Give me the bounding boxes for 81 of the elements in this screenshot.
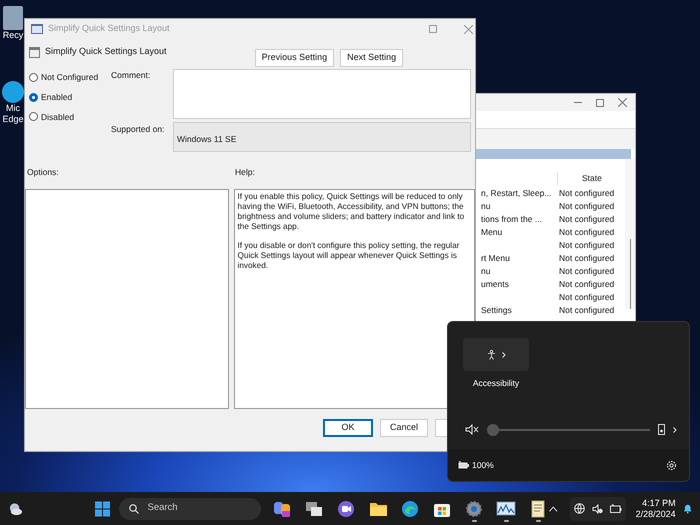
video-chat-icon bbox=[337, 500, 356, 518]
help-text: If you enable this policy, Quick Settings will be reduced to only having the WiFi, Bluetooth, Accessibility, and VPN buttons; the brightness and volume sliders; and battery indicator and link to the Settings app. bbox=[238, 192, 466, 232]
start-icon[interactable] bbox=[95, 500, 110, 516]
desktop-shortcut-icon[interactable] bbox=[2, 81, 24, 103]
settings-icon[interactable] bbox=[666, 460, 677, 470]
dialog-button[interactable]: Cancel bbox=[380, 418, 428, 437]
window-title: Simplify Quick Settings Layout bbox=[48, 22, 170, 36]
policy-setting-icon bbox=[29, 47, 40, 58]
tile-label: Accessibility bbox=[472, 377, 520, 390]
comment-field[interactable] bbox=[173, 69, 471, 119]
battery-percentage: 100% bbox=[472, 458, 494, 472]
running-indicator bbox=[472, 520, 477, 522]
muted-speaker-icon[interactable] bbox=[465, 424, 479, 436]
table-cell: Not configured bbox=[559, 265, 614, 278]
field-label: Comment: bbox=[111, 69, 152, 82]
table-cell: Not configured bbox=[559, 213, 614, 226]
accessibility-tile[interactable] bbox=[463, 338, 529, 371]
desktop-icon-label: Mic bbox=[6, 103, 20, 114]
browser-icon bbox=[401, 500, 420, 518]
table-cell: n, Restart, Sleep... bbox=[481, 188, 552, 198]
speaker-device-icon[interactable] bbox=[658, 424, 665, 436]
table-cell: Not configured bbox=[559, 252, 614, 265]
task-view-icon bbox=[305, 500, 324, 516]
table-cell: Menu bbox=[481, 227, 502, 238]
notification-bell-icon[interactable] bbox=[682, 503, 692, 514]
running-indicator bbox=[504, 520, 509, 522]
radio-button[interactable] bbox=[29, 112, 38, 122]
table-cell: tions from the ... bbox=[481, 214, 542, 224]
desktop-icon-label: Edge bbox=[2, 114, 24, 125]
network-globe-icon[interactable] bbox=[574, 503, 585, 514]
volume-slider[interactable] bbox=[487, 424, 650, 436]
table-cell: nu bbox=[481, 201, 490, 212]
setting-title: Simplify Quick Settings Layout bbox=[45, 45, 167, 58]
options-label: Options: bbox=[27, 166, 60, 179]
chevron-right-icon[interactable] bbox=[673, 426, 677, 433]
weather-icon[interactable] bbox=[8, 502, 24, 516]
chevron-up-icon[interactable] bbox=[549, 506, 558, 512]
table-cell: Not configured bbox=[559, 187, 614, 200]
radio-button[interactable] bbox=[29, 92, 38, 102]
help-text: If you disable or don't configure this policy setting, the regular Quick Settings layout will appear whenever Quick Settings is invoked. bbox=[238, 240, 460, 271]
radio-label: Disabled bbox=[41, 110, 74, 124]
table-cell: Settings bbox=[481, 305, 512, 316]
table-cell: rt Menu bbox=[481, 253, 510, 264]
chevron-right-icon bbox=[502, 352, 506, 358]
muted-speaker-icon[interactable] bbox=[592, 504, 603, 514]
radio-button[interactable] bbox=[29, 72, 38, 82]
nav-button[interactable]: Previous Setting bbox=[254, 49, 334, 67]
folder-icon bbox=[368, 500, 388, 516]
battery-icon bbox=[458, 461, 469, 469]
table-cell: Not configured bbox=[559, 200, 614, 213]
table-cell: uments bbox=[481, 279, 509, 290]
notepad-icon bbox=[530, 500, 546, 518]
table-cell: Not configured bbox=[559, 278, 614, 291]
radio-label: Enabled bbox=[41, 90, 72, 104]
slider-thumb[interactable] bbox=[487, 424, 499, 436]
clock-date[interactable]: 2/28/2024 bbox=[636, 508, 676, 520]
dialog-button[interactable]: OK bbox=[323, 418, 373, 437]
performance-chart-icon bbox=[496, 500, 516, 516]
table-cell: Not configured bbox=[559, 226, 614, 239]
table-cell: Not configured bbox=[559, 239, 614, 252]
search-field[interactable]: Search bbox=[119, 498, 262, 520]
search-icon bbox=[129, 504, 140, 514]
supported-on-value: Windows 11 SE bbox=[177, 134, 236, 144]
radio-label: Not Configured bbox=[41, 71, 98, 84]
clock-time[interactable]: 4:17 PM bbox=[642, 498, 676, 508]
field-label: Supported on: bbox=[111, 123, 166, 136]
battery-icon[interactable] bbox=[610, 504, 622, 513]
copilot-icon bbox=[273, 500, 292, 518]
maximize-icon[interactable] bbox=[596, 98, 604, 106]
table-cell: nu bbox=[481, 266, 490, 276]
desktop-icon-label: Recy bbox=[2, 30, 24, 41]
running-indicator bbox=[536, 520, 541, 522]
table-cell: Not configured bbox=[559, 291, 614, 304]
settings-icon bbox=[465, 500, 484, 518]
accessibility-icon bbox=[486, 350, 496, 360]
close-icon[interactable] bbox=[618, 98, 627, 107]
help-label: Help: bbox=[235, 166, 255, 179]
nav-button[interactable]: Next Setting bbox=[340, 49, 404, 67]
policy-icon bbox=[31, 24, 43, 34]
table-cell: Not configured bbox=[559, 304, 614, 317]
desktop-shortcut-icon[interactable] bbox=[2, 6, 23, 30]
